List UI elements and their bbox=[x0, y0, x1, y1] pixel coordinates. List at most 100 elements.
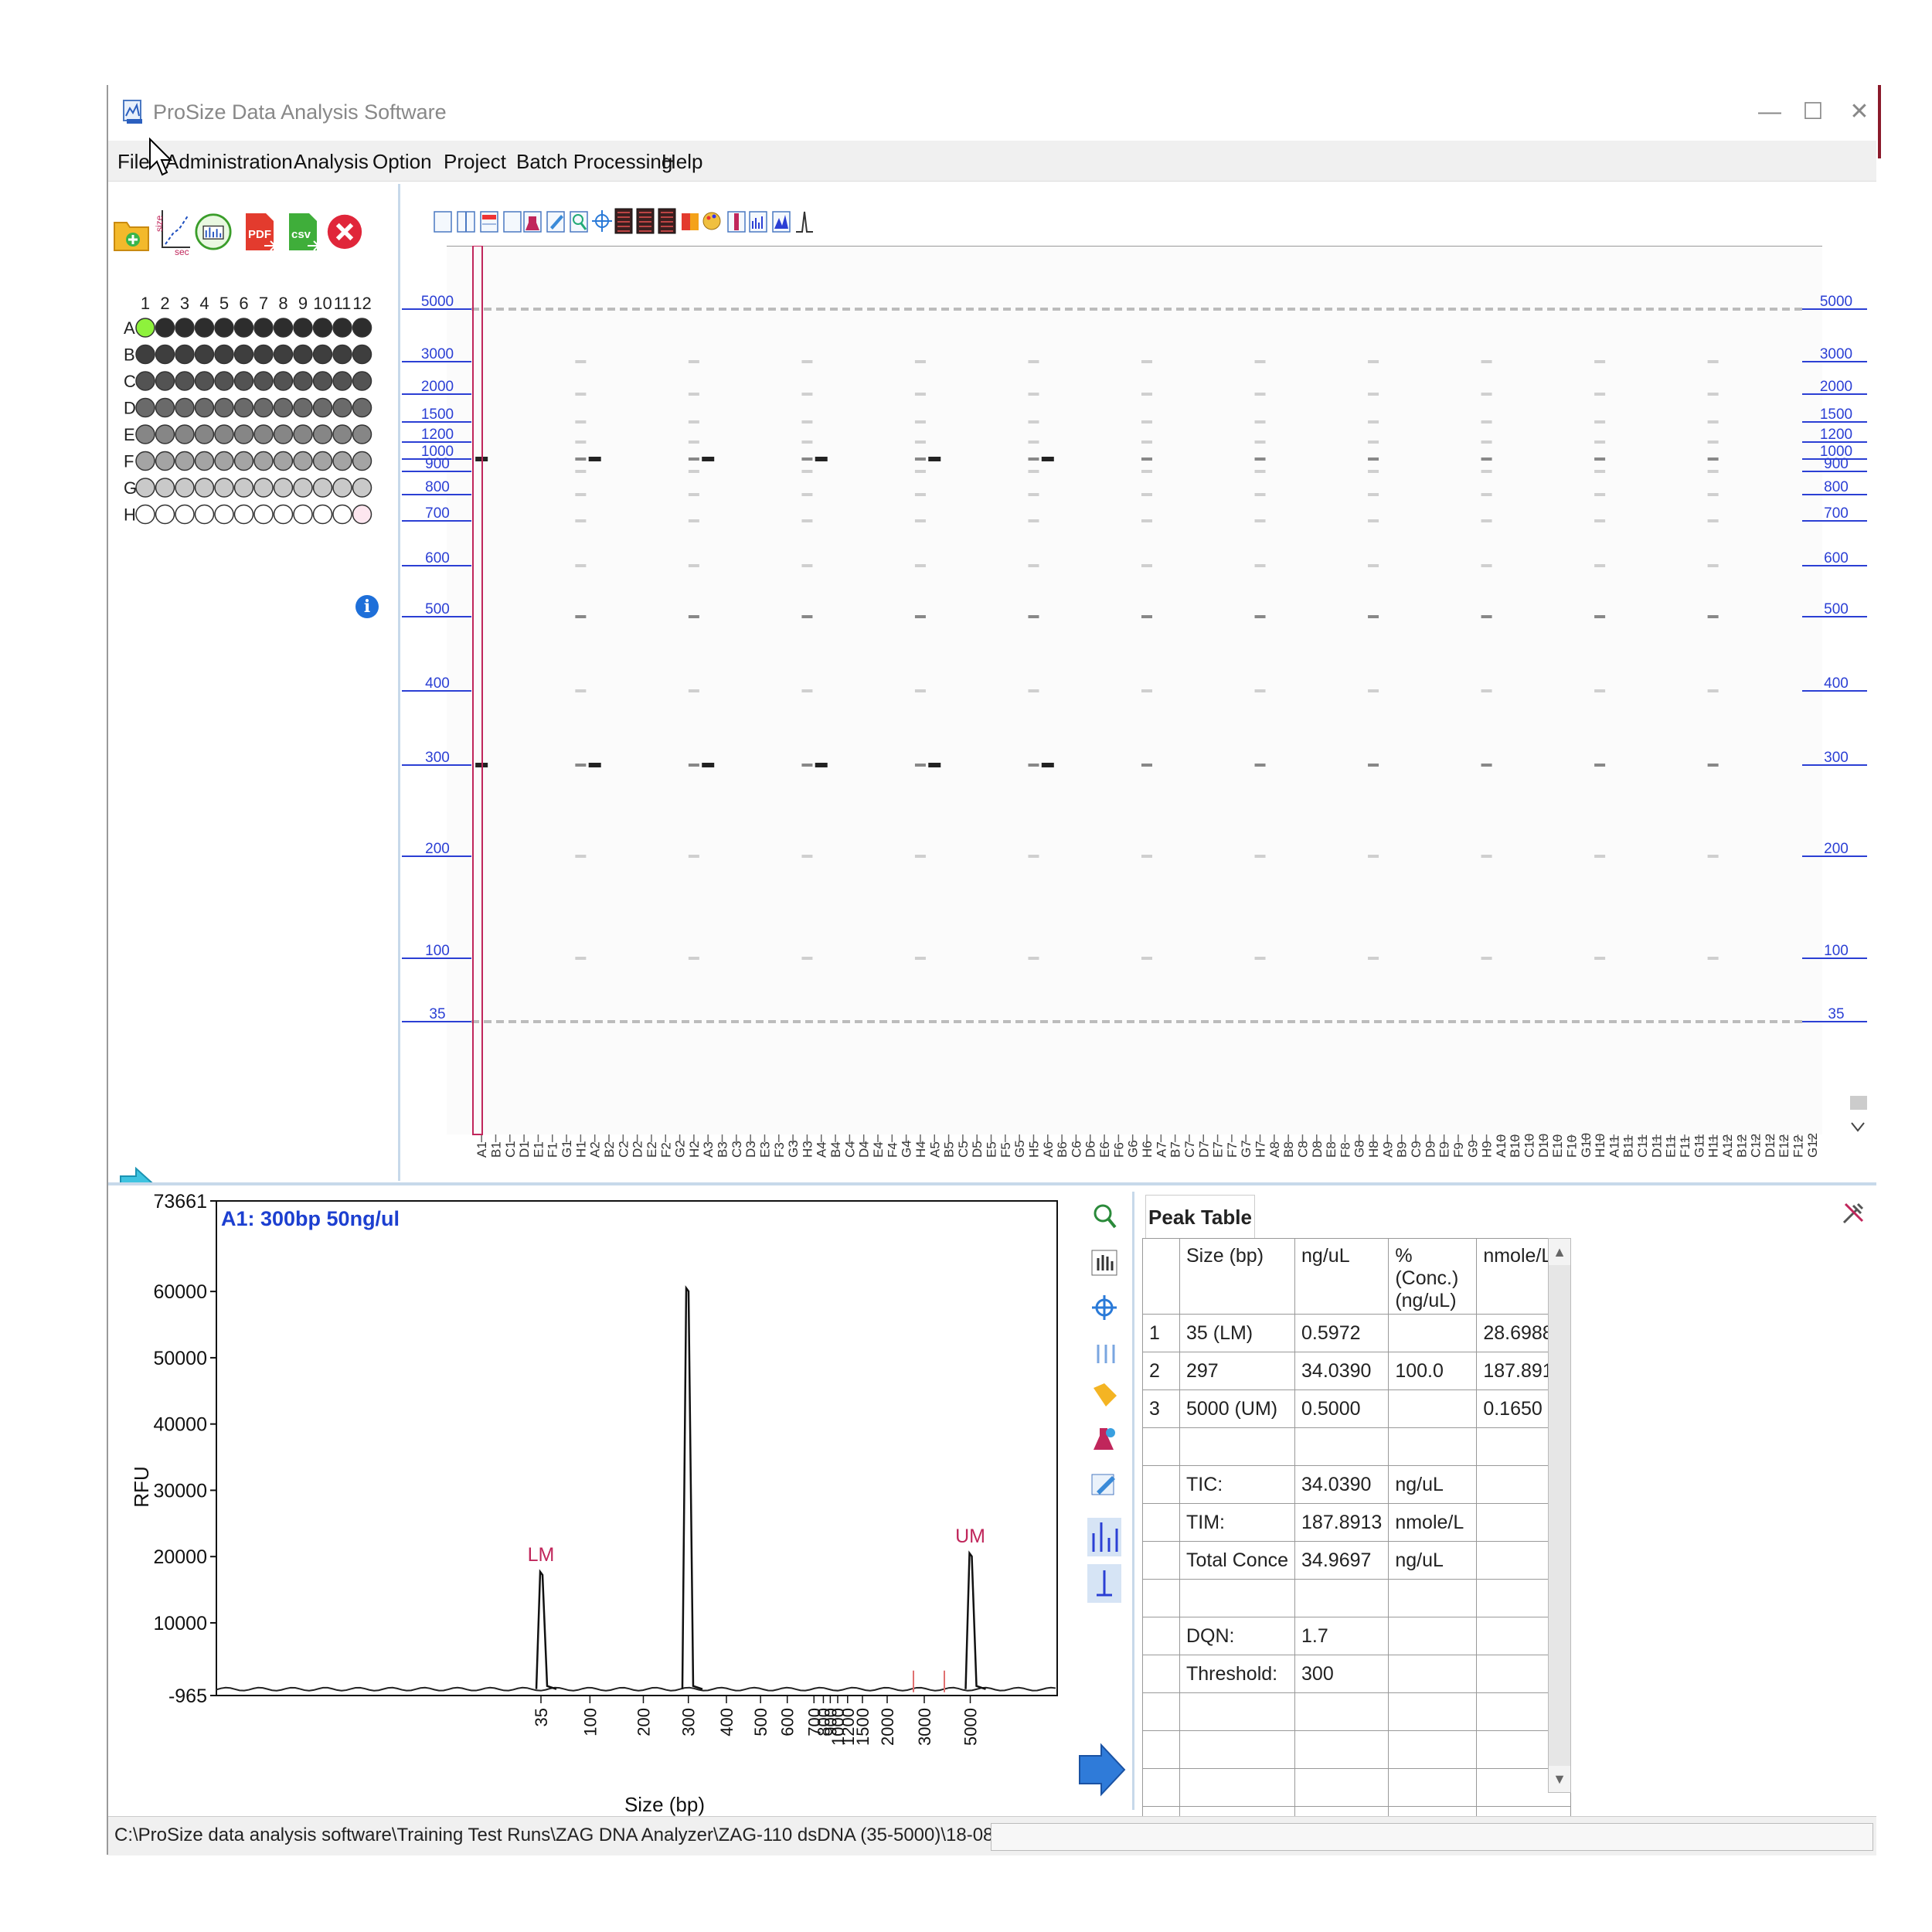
sample-band[interactable] bbox=[588, 457, 601, 461]
well-A7[interactable] bbox=[253, 318, 274, 338]
close-red-icon[interactable] bbox=[326, 207, 363, 255]
lane-label[interactable]: B1 bbox=[488, 1141, 503, 1158]
lane-label[interactable]: G8 bbox=[1352, 1140, 1367, 1158]
well-E1[interactable] bbox=[135, 424, 155, 444]
well-G1[interactable] bbox=[135, 478, 155, 498]
lane-label[interactable]: E1 bbox=[531, 1141, 546, 1158]
well-A6[interactable] bbox=[233, 318, 254, 338]
well-G11[interactable] bbox=[332, 478, 352, 498]
marker-icon[interactable] bbox=[1087, 1564, 1121, 1603]
sample-band[interactable] bbox=[702, 763, 715, 767]
well-H1[interactable] bbox=[135, 504, 155, 525]
well-C7[interactable] bbox=[253, 371, 274, 391]
lane-label[interactable]: D8 bbox=[1310, 1141, 1325, 1158]
lane-label[interactable]: B8 bbox=[1281, 1141, 1296, 1158]
table-row[interactable] bbox=[1142, 1768, 1571, 1807]
well-plate[interactable]: 1 2 3 4 5 6 7 8 9 10 11 12ABCDEFGH bbox=[119, 291, 382, 553]
gel-dark-2-icon[interactable] bbox=[636, 208, 655, 234]
lane-label[interactable]: C7 bbox=[1182, 1141, 1197, 1158]
open-folder-icon[interactable] bbox=[113, 207, 150, 255]
lane-label[interactable]: G3 bbox=[786, 1140, 801, 1158]
lane-label[interactable]: G5 bbox=[1012, 1140, 1027, 1158]
well-E6[interactable] bbox=[233, 424, 254, 444]
lane-label[interactable]: F7 bbox=[1225, 1142, 1240, 1158]
gel-dark-3-icon[interactable] bbox=[658, 208, 676, 234]
lane-label[interactable]: B5 bbox=[942, 1141, 957, 1158]
lane-label[interactable]: C8 bbox=[1295, 1141, 1310, 1158]
well-E9[interactable] bbox=[293, 424, 313, 444]
edit-notes-icon[interactable] bbox=[1091, 1474, 1115, 1495]
well-A3[interactable] bbox=[175, 318, 195, 338]
peak-table-header-cell[interactable] bbox=[1142, 1238, 1180, 1315]
well-B7[interactable] bbox=[253, 344, 274, 365]
well-F12[interactable] bbox=[352, 451, 372, 471]
well-H4[interactable] bbox=[194, 504, 215, 525]
lane-label[interactable]: A2 bbox=[588, 1141, 603, 1158]
table-row[interactable]: 1 35 (LM) 0.5972 28.6988 bbox=[1142, 1314, 1571, 1352]
well-F4[interactable] bbox=[194, 451, 215, 471]
zoom-tool-icon[interactable] bbox=[570, 211, 588, 233]
overlay-icon[interactable] bbox=[772, 211, 791, 233]
electropherogram-icon[interactable] bbox=[1087, 1518, 1121, 1556]
well-D5[interactable] bbox=[214, 397, 234, 418]
sample-band[interactable] bbox=[815, 457, 828, 461]
well-G10[interactable] bbox=[312, 478, 333, 498]
well-B1[interactable] bbox=[135, 344, 155, 365]
lane-label[interactable]: A4 bbox=[815, 1141, 829, 1158]
lane-label[interactable]: H6 bbox=[1140, 1141, 1155, 1158]
crosshair-icon[interactable] bbox=[592, 210, 612, 232]
lane-label[interactable]: H3 bbox=[800, 1141, 815, 1158]
tab-peak-table[interactable]: Peak Table bbox=[1145, 1195, 1255, 1239]
well-D6[interactable] bbox=[233, 397, 254, 418]
well-C10[interactable] bbox=[312, 371, 333, 391]
lane-label[interactable]: D6 bbox=[1083, 1141, 1098, 1158]
peak-table-header-cell[interactable]: ng/uL bbox=[1294, 1238, 1389, 1315]
well-H2[interactable] bbox=[155, 504, 175, 525]
well-A11[interactable] bbox=[332, 318, 352, 338]
well-D1[interactable] bbox=[135, 397, 155, 418]
lane-label[interactable]: G4 bbox=[900, 1140, 914, 1158]
well-C1[interactable] bbox=[135, 371, 155, 391]
lane-label[interactable]: H7 bbox=[1253, 1141, 1268, 1158]
lane-label[interactable]: H8 bbox=[1366, 1141, 1381, 1158]
well-E8[interactable] bbox=[273, 424, 294, 444]
well-C4[interactable] bbox=[194, 371, 215, 391]
well-G2[interactable] bbox=[155, 478, 175, 498]
well-E2[interactable] bbox=[155, 424, 175, 444]
menu-project[interactable]: Project bbox=[444, 150, 506, 174]
lane-label[interactable]: A3 bbox=[701, 1141, 716, 1158]
lane-label[interactable]: B3 bbox=[716, 1141, 730, 1158]
well-H7[interactable] bbox=[253, 504, 274, 525]
sample-band[interactable] bbox=[928, 457, 941, 461]
bar-electropherogram-icon[interactable] bbox=[749, 211, 767, 233]
well-D7[interactable] bbox=[253, 397, 274, 418]
well-D3[interactable] bbox=[175, 397, 195, 418]
tag-icon[interactable] bbox=[1094, 1383, 1117, 1406]
peak-table-header-cell[interactable]: Size (bp) bbox=[1179, 1238, 1296, 1315]
well-C8[interactable] bbox=[273, 371, 294, 391]
table-row[interactable]: 2 297 34.0390 100.0 187.8913 bbox=[1142, 1352, 1571, 1390]
well-G6[interactable] bbox=[233, 478, 254, 498]
csv-export-icon[interactable]: csv bbox=[284, 207, 321, 255]
electropherogram-chart[interactable]: A1: 300bp 50ng/ul 73661 60000 50000 40000 300… bbox=[108, 1185, 1059, 1819]
lane-label[interactable]: C2 bbox=[616, 1141, 631, 1158]
well-H3[interactable] bbox=[175, 504, 195, 525]
lane-label[interactable]: H2 bbox=[687, 1141, 702, 1158]
well-H6[interactable] bbox=[233, 504, 254, 525]
sample-flask-icon[interactable] bbox=[523, 211, 542, 233]
lane-label[interactable]: E8 bbox=[1324, 1141, 1338, 1158]
well-A9[interactable] bbox=[293, 318, 313, 338]
lane-label[interactable]: D1 bbox=[517, 1141, 532, 1158]
table-row[interactable]: 3 5000 (UM) 0.5000 0.1650 bbox=[1142, 1389, 1571, 1428]
lane-label[interactable]: C5 bbox=[956, 1141, 971, 1158]
well-D8[interactable] bbox=[273, 397, 294, 418]
minimize-button[interactable]: — bbox=[1747, 93, 1793, 131]
palette-icon[interactable] bbox=[702, 212, 721, 230]
well-F9[interactable] bbox=[293, 451, 313, 471]
well-E10[interactable] bbox=[312, 424, 333, 444]
lane-label[interactable]: F3 bbox=[772, 1142, 787, 1158]
well-E4[interactable] bbox=[194, 424, 215, 444]
lane-label[interactable]: F2 bbox=[658, 1142, 673, 1158]
sample-band[interactable] bbox=[702, 457, 715, 461]
table-row[interactable]: TIM: 187.8913 nmole/L bbox=[1142, 1503, 1571, 1542]
